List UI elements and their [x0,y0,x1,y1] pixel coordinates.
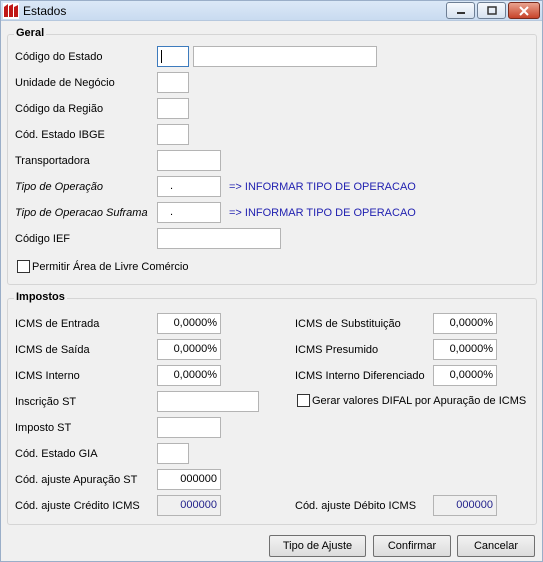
tipo-operacao-hint: => INFORMAR TIPO DE OPERACAO [229,181,416,193]
window: Estados Geral Código do Estado Unidade d… [0,0,543,562]
tipo-operacao-input[interactable]: . [157,176,221,197]
icms-saida-label: ICMS de Saída [15,344,90,356]
codigo-ief-input[interactable] [157,228,281,249]
estado-descricao-input[interactable] [193,46,377,67]
cod-ibge-input[interactable] [157,124,189,145]
minimize-button[interactable] [446,2,475,19]
cod-ibge-label: Cód. Estado IBGE [15,129,105,141]
impostos-title: Impostos [14,291,67,303]
transportadora-input[interactable] [157,150,221,171]
icms-entrada-input[interactable]: 0,0000% [157,313,221,334]
cod-ajuste-credito-label: Cód. ajuste Crédito ICMS [15,500,140,512]
icms-entrada-label: ICMS de Entrada [15,318,100,330]
icms-saida-input[interactable]: 0,0000% [157,339,221,360]
geral-title: Geral [14,27,47,39]
cancelar-button[interactable]: Cancelar [457,535,535,557]
maximize-button[interactable] [477,2,506,19]
app-logo-icon [3,3,19,19]
checkbox-icon[interactable] [297,394,310,407]
minimize-icon [456,11,465,14]
cod-ajuste-apuracao-input[interactable]: 000000 [157,469,221,490]
icms-interno-input[interactable]: 0,0000% [157,365,221,386]
cod-ajuste-debito-input[interactable]: 000000 [433,495,497,516]
unidade-negocio-label: Unidade de Negócio [15,77,115,89]
maximize-icon [486,5,497,15]
icms-presumido-input[interactable]: 0,0000% [433,339,497,360]
cod-estado-gia-input[interactable] [157,443,189,464]
confirmar-button[interactable]: Confirmar [373,535,451,557]
tipo-operacao-suframa-label: Tipo de Operacao Suframa [15,207,148,219]
codigo-estado-label: Código do Estado [15,51,103,63]
difal-label[interactable]: Gerar valores DIFAL por Apuração de ICMS [312,395,526,407]
inscricao-st-input[interactable] [157,391,259,412]
icms-substituicao-label: ICMS de Substituição [295,318,401,330]
cod-estado-gia-label: Cód. Estado GIA [15,448,98,460]
livre-comercio-label[interactable]: Permitir Área de Livre Comércio [32,261,189,273]
window-title: Estados [23,4,67,18]
codigo-regiao-label: Código da Região [15,103,104,115]
unidade-negocio-input[interactable] [157,72,189,93]
icms-interno-label: ICMS Interno [15,370,80,382]
checkbox-icon[interactable] [17,260,30,273]
imposto-st-label: Imposto ST [15,422,72,434]
cod-ajuste-apuracao-label: Cód. ajuste Apuração ST [15,474,138,486]
icms-interno-dif-input[interactable]: 0,0000% [433,365,497,386]
cod-ajuste-credito-input[interactable]: 000000 [157,495,221,516]
inscricao-st-label: Inscrição ST [15,396,77,408]
icms-substituicao-input[interactable]: 0,0000% [433,313,497,334]
tipo-operacao-suframa-hint: => INFORMAR TIPO DE OPERACAO [229,207,416,219]
tipo-operacao-label: Tipo de Operação [15,181,103,193]
codigo-estado-input[interactable] [157,46,189,67]
close-icon [519,5,529,16]
icms-interno-dif-label: ICMS Interno Diferenciado [295,370,425,382]
close-button[interactable] [508,2,540,19]
cod-ajuste-debito-label: Cód. ajuste Débito ICMS [295,500,417,512]
codigo-ief-label: Código IEF [15,233,71,245]
transportadora-label: Transportadora [15,155,90,167]
codigo-regiao-input[interactable] [157,98,189,119]
imposto-st-input[interactable] [157,417,221,438]
title-bar[interactable]: Estados [1,1,542,21]
icms-presumido-label: ICMS Presumido [295,344,379,356]
tipo-ajuste-button[interactable]: Tipo de Ajuste [269,535,366,557]
tipo-operacao-suframa-input[interactable]: . [157,202,221,223]
